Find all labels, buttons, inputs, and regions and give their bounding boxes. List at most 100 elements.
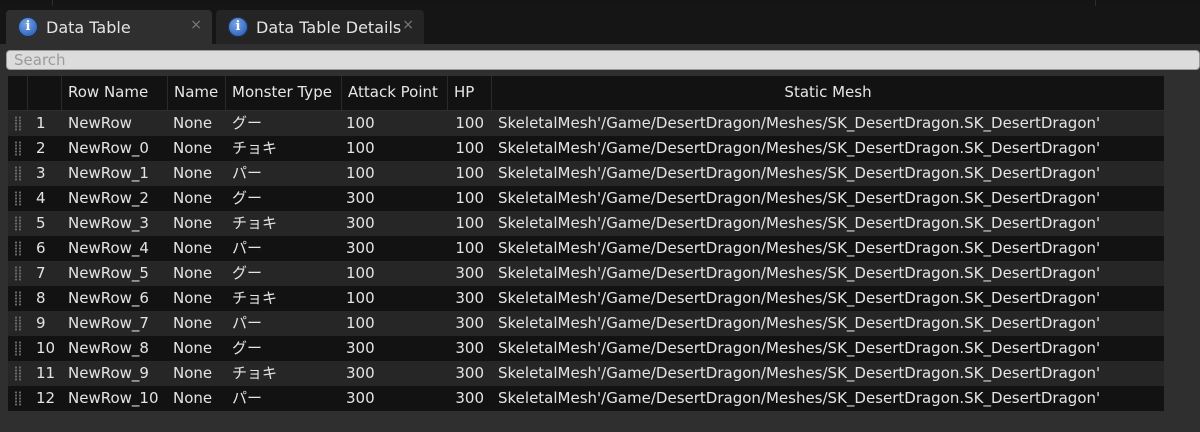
close-icon[interactable]: × bbox=[190, 17, 202, 33]
hp-cell: 100 bbox=[455, 164, 484, 182]
hp-cell: 100 bbox=[455, 239, 484, 257]
monster-type-cell: グー bbox=[232, 339, 263, 357]
table-row[interactable]: 1 NewRow None グー 100 100 SkeletalMesh'/Game/De… bbox=[8, 111, 1164, 136]
static-mesh-cell: SkeletalMesh'/Game/DesertDragon/Meshes/S… bbox=[498, 114, 1101, 132]
row-name-cell: NewRow_3 bbox=[68, 214, 149, 232]
drag-handle-icon[interactable] bbox=[14, 291, 22, 306]
drag-handle-icon[interactable] bbox=[14, 316, 22, 331]
name-cell: None bbox=[173, 364, 213, 382]
column-header-row-name[interactable]: Row Name bbox=[62, 76, 168, 110]
column-header-monster-type[interactable]: Monster Type bbox=[226, 76, 342, 110]
row-name-cell: NewRow bbox=[68, 114, 132, 132]
drag-handle-icon[interactable] bbox=[14, 341, 22, 356]
name-cell: None bbox=[173, 289, 213, 307]
close-icon[interactable]: × bbox=[402, 17, 414, 33]
static-mesh-cell: SkeletalMesh'/Game/DesertDragon/Meshes/S… bbox=[498, 164, 1101, 182]
hp-cell: 300 bbox=[455, 364, 484, 382]
drag-handle-icon[interactable] bbox=[14, 266, 22, 281]
table-row[interactable]: 11 NewRow_9 None チョキ 300 300 SkeletalMesh'/Gam… bbox=[8, 361, 1164, 386]
info-icon bbox=[228, 17, 248, 37]
table-row[interactable]: 3 NewRow_1 None パー 100 100 SkeletalMesh'/Game/… bbox=[8, 161, 1164, 186]
monster-type-cell: パー bbox=[232, 239, 263, 257]
attack-point-cell: 300 bbox=[346, 214, 375, 232]
table-row[interactable]: 4 NewRow_2 None グー 300 100 SkeletalMesh'/Game/… bbox=[8, 186, 1164, 211]
row-index-cell: 7 bbox=[36, 264, 46, 282]
row-index-cell: 1 bbox=[36, 114, 46, 132]
drag-handle-icon[interactable] bbox=[14, 116, 22, 131]
row-name-cell: NewRow_6 bbox=[68, 289, 149, 307]
column-header-static-mesh[interactable]: Static Mesh bbox=[492, 76, 1164, 110]
row-name-cell: NewRow_8 bbox=[68, 339, 149, 357]
drag-handle-icon[interactable] bbox=[14, 241, 22, 256]
monster-type-cell: チョキ bbox=[232, 214, 278, 232]
column-header-hp[interactable]: HP bbox=[448, 76, 492, 110]
name-cell: None bbox=[173, 339, 213, 357]
drag-handle-icon[interactable] bbox=[14, 166, 22, 181]
hp-cell: 100 bbox=[455, 214, 484, 232]
table-row[interactable]: 6 NewRow_4 None パー 300 100 SkeletalMesh'/Game/… bbox=[8, 236, 1164, 261]
row-index-cell: 3 bbox=[36, 164, 46, 182]
table-row[interactable]: 10 NewRow_8 None グー 300 300 SkeletalMesh'/Game… bbox=[8, 336, 1164, 361]
hp-cell: 300 bbox=[455, 264, 484, 282]
column-header-attack-point[interactable]: Attack Point bbox=[342, 76, 448, 110]
row-index-cell: 11 bbox=[36, 364, 56, 382]
name-cell: None bbox=[173, 314, 213, 332]
column-header-handle[interactable] bbox=[8, 76, 28, 110]
static-mesh-cell: SkeletalMesh'/Game/DesertDragon/Meshes/S… bbox=[498, 364, 1101, 382]
hp-cell: 100 bbox=[455, 114, 484, 132]
attack-point-cell: 100 bbox=[346, 139, 375, 157]
attack-point-cell: 100 bbox=[346, 314, 375, 332]
row-index-cell: 2 bbox=[36, 139, 46, 157]
name-cell: None bbox=[173, 239, 213, 257]
monster-type-cell: チョキ bbox=[232, 289, 278, 307]
info-icon bbox=[18, 17, 38, 37]
column-header-index[interactable] bbox=[28, 76, 62, 110]
tab-label: Data Table bbox=[46, 17, 131, 37]
drag-handle-icon[interactable] bbox=[14, 141, 22, 156]
row-name-cell: NewRow_1 bbox=[68, 164, 149, 182]
drag-handle-icon[interactable] bbox=[14, 191, 22, 206]
hp-cell: 100 bbox=[455, 189, 484, 207]
table-header: Row Name Name Monster Type Attack Point … bbox=[8, 76, 1164, 110]
tab-data-table[interactable]: Data Table × bbox=[6, 10, 212, 44]
hp-cell: 300 bbox=[455, 314, 484, 332]
table-row[interactable]: 7 NewRow_5 None グー 100 300 SkeletalMesh'/Game/… bbox=[8, 261, 1164, 286]
static-mesh-cell: SkeletalMesh'/Game/DesertDragon/Meshes/S… bbox=[498, 339, 1101, 357]
monster-type-cell: グー bbox=[232, 189, 263, 207]
tab-label: Data Table Details bbox=[256, 17, 402, 37]
table-row[interactable]: 5 NewRow_3 None チョキ 300 100 SkeletalMesh'/Game… bbox=[8, 211, 1164, 236]
name-cell: None bbox=[173, 114, 213, 132]
attack-point-cell: 300 bbox=[346, 239, 375, 257]
row-index-cell: 5 bbox=[36, 214, 46, 232]
table-row[interactable]: 9 NewRow_7 None パー 100 300 SkeletalMesh'/Game/… bbox=[8, 311, 1164, 336]
attack-point-cell: 100 bbox=[346, 264, 375, 282]
name-cell: None bbox=[173, 389, 213, 407]
row-index-cell: 10 bbox=[36, 339, 56, 357]
name-cell: None bbox=[173, 189, 213, 207]
row-index-cell: 9 bbox=[36, 314, 46, 332]
table-row[interactable]: 8 NewRow_6 None チョキ 100 300 SkeletalMesh'/Game… bbox=[8, 286, 1164, 311]
drag-handle-icon[interactable] bbox=[14, 391, 22, 406]
drag-handle-icon[interactable] bbox=[14, 366, 22, 381]
attack-point-cell: 300 bbox=[346, 389, 375, 407]
attack-point-cell: 300 bbox=[346, 189, 375, 207]
tab-data-table-details[interactable]: Data Table Details × bbox=[216, 10, 424, 44]
row-name-cell: NewRow_7 bbox=[68, 314, 149, 332]
column-header-name[interactable]: Name bbox=[168, 76, 226, 110]
name-cell: None bbox=[173, 139, 213, 157]
search-input[interactable]: Search bbox=[6, 50, 1200, 70]
monster-type-cell: グー bbox=[232, 264, 263, 282]
drag-handle-icon[interactable] bbox=[14, 216, 22, 231]
monster-type-cell: パー bbox=[232, 164, 263, 182]
name-cell: None bbox=[173, 214, 213, 232]
static-mesh-cell: SkeletalMesh'/Game/DesertDragon/Meshes/S… bbox=[498, 389, 1101, 407]
static-mesh-cell: SkeletalMesh'/Game/DesertDragon/Meshes/S… bbox=[498, 289, 1101, 307]
tab-bar: Data Table × Data Table Details × bbox=[0, 6, 1200, 44]
table-row[interactable]: 12 NewRow_10 None パー 300 300 SkeletalMesh'/Gam… bbox=[8, 386, 1164, 411]
row-index-cell: 4 bbox=[36, 189, 46, 207]
row-name-cell: NewRow_4 bbox=[68, 239, 149, 257]
monster-type-cell: パー bbox=[232, 389, 263, 407]
table-row[interactable]: 2 NewRow_0 None チョキ 100 100 SkeletalMesh'/Game… bbox=[8, 136, 1164, 161]
monster-type-cell: グー bbox=[232, 114, 263, 132]
row-name-cell: NewRow_2 bbox=[68, 189, 149, 207]
